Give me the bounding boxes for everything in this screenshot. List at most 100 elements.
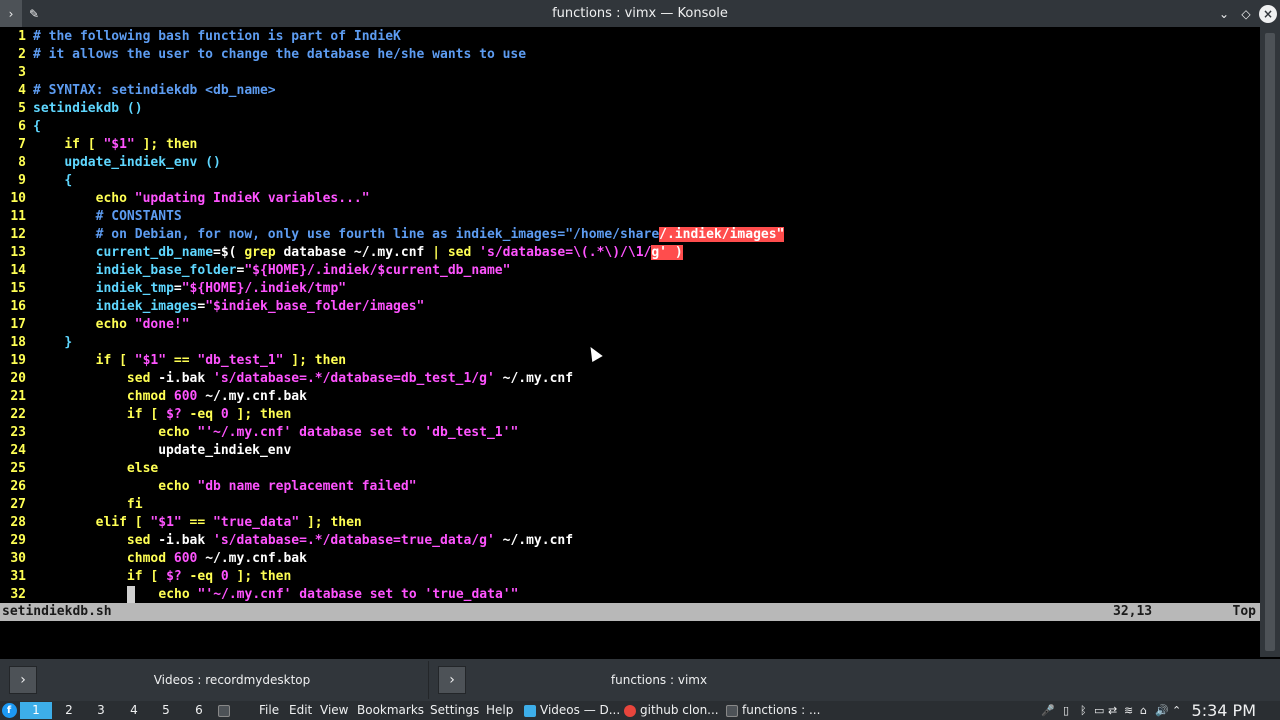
line-number: 7 (18, 137, 26, 152)
code-line: 32 echo "'~/.my.cnf' database set to 'tr… (0, 586, 1260, 604)
code-line: 30 chmod 600 ~/.my.cnf.bak (0, 550, 1260, 568)
code-text: -eq (181, 569, 221, 584)
line-number: 17 (10, 317, 26, 332)
string: "$1" (103, 137, 135, 152)
string: "done!" (134, 317, 190, 332)
string: "$1" (150, 515, 182, 530)
keyword: then (330, 515, 362, 530)
menu-help[interactable]: Help (486, 701, 513, 720)
application-launcher-icon[interactable]: f (0, 701, 18, 720)
window-title: functions : vimx — Konsole (552, 6, 728, 21)
wifi-icon[interactable]: ≋ (1124, 701, 1133, 720)
brace: } (64, 335, 73, 350)
bluetooth-icon[interactable]: ᛒ (1080, 701, 1087, 720)
line-number: 5 (18, 101, 26, 116)
maximize-icon[interactable]: ◇ (1237, 0, 1255, 27)
device-icon[interactable]: ▭ (1094, 701, 1104, 720)
string: "${HOME}/.indiek/tmp" (181, 281, 347, 296)
search-highlight: g' ) (651, 245, 683, 260)
code-line: 10 echo "updating IndieK variables..." (0, 190, 1260, 208)
code-line: 4 # SYNTAX: setindiekdb <db_name> (0, 82, 1260, 100)
comment-text: # on Debian, for now, only use fourth li… (95, 227, 660, 242)
menu-edit[interactable]: Edit (289, 701, 312, 720)
desktop-3[interactable]: 3 (85, 702, 117, 719)
comment-text: # SYNTAX: setindiekdb <db_name> (33, 83, 276, 98)
code-line: 8 update_indiek_env () (0, 154, 1260, 172)
code-line: 29 sed -i.bak 's/database=.*/database=tr… (0, 532, 1260, 550)
task-github[interactable]: github clon... (624, 701, 719, 720)
tab-functions[interactable]: › functions : vimx (428, 661, 852, 699)
desktop-6[interactable]: 6 (183, 702, 215, 719)
desktop-2[interactable]: 2 (53, 702, 85, 719)
code-line: 1 # the following bash function is part o… (0, 28, 1260, 46)
code-line: 15 indiek_tmp="${HOME}/.indiek/tmp" (0, 280, 1260, 298)
code-line: 2 # it allows the user to change the data… (0, 46, 1260, 64)
desktop-5[interactable]: 5 (150, 702, 182, 719)
keyword: echo (95, 317, 127, 332)
pin-icon[interactable]: ✎ (22, 0, 46, 27)
number: 600 (166, 551, 198, 566)
code-text: ]; (228, 569, 260, 584)
window-titlebar: › ✎ functions : vimx — Konsole ⌄ ◇ × (0, 0, 1280, 27)
microphone-icon[interactable]: 🎤 (1041, 701, 1055, 720)
menu-bookmarks[interactable]: Bookmarks (357, 701, 424, 720)
keyword: if (95, 353, 112, 368)
tab-videos[interactable]: › Videos : recordmydesktop (0, 661, 427, 699)
code-text: ~/.my.cnf.bak (197, 551, 307, 566)
code-text: ]; (299, 515, 331, 530)
code-line: 17 echo "done!" (0, 316, 1260, 334)
keyword: then (314, 353, 347, 368)
desktop-1[interactable]: 1 (20, 702, 52, 719)
network-icon[interactable]: ⌂ (1140, 701, 1147, 720)
string: $? (166, 569, 182, 584)
konsole-menu-icon[interactable]: › (0, 0, 22, 27)
code-text: -i.bak (150, 533, 214, 548)
code-line: 24 update_indiek_env (0, 442, 1260, 460)
code-line: 27 fi (0, 496, 1260, 514)
desktop-4[interactable]: 4 (118, 702, 150, 719)
keyword: fi (126, 497, 143, 512)
scrollbar-thumb[interactable] (1265, 33, 1275, 651)
code-text: ~/.my.cnf.bak (197, 389, 307, 404)
vim-statusline: setindiekdb.sh 32,13 Top (0, 603, 1260, 621)
line-number: 6 (18, 119, 26, 134)
string: "true_data" (213, 515, 300, 530)
clock[interactable]: 5:34 PM (1192, 701, 1256, 720)
updates-icon[interactable]: ⇄ (1108, 701, 1117, 720)
code-text: [ (142, 407, 167, 422)
battery-icon[interactable]: ▯ (1063, 701, 1069, 720)
string: "db_test_1" (197, 353, 284, 368)
close-icon[interactable]: × (1259, 4, 1277, 23)
code-line: 21 chmod 600 ~/.my.cnf.bak (0, 388, 1260, 406)
menu-view[interactable]: View (320, 701, 348, 720)
task-functions[interactable]: functions : ... (726, 701, 820, 720)
code-line: 26 echo "db name replacement failed" (0, 478, 1260, 496)
comment-text: # CONSTANTS (95, 209, 182, 224)
line-number: 3 (18, 65, 26, 80)
code-line: 22 if [ $? -eq 0 ]; then (0, 406, 1260, 424)
menu-file[interactable]: File (259, 701, 279, 720)
code-text: ~/.my.cnf (494, 371, 574, 386)
task-videos[interactable]: Videos — D... (524, 701, 620, 720)
keyword: elif (95, 515, 127, 530)
terminal-scrollbar[interactable] (1260, 27, 1280, 657)
status-cursor-position: 32,13 (1113, 604, 1153, 619)
code-line: 13 current_db_name=$( grep database ~/.m… (0, 244, 1260, 262)
string: "${HOME}/.indiek/$current_db_name" (244, 263, 511, 278)
keyword: chmod (126, 389, 167, 404)
task-label: Videos — D... (540, 703, 621, 717)
pipe-operator: | (432, 245, 441, 260)
line-number: 14 (10, 263, 26, 278)
line-number: 30 (10, 551, 26, 566)
vim-editor[interactable]: 1 # the following bash function is part o… (0, 28, 1260, 604)
line-number: 18 (10, 335, 26, 350)
volume-icon[interactable]: 🔊 (1155, 701, 1169, 720)
konsole-menu-icon[interactable] (218, 701, 230, 720)
number: 600 (166, 389, 198, 404)
line-number: 8 (18, 155, 26, 170)
line-number: 9 (18, 173, 26, 188)
tray-expand-icon[interactable]: ⌃ (1172, 701, 1181, 720)
minimize-icon[interactable]: ⌄ (1215, 0, 1233, 27)
menu-settings[interactable]: Settings (430, 701, 479, 720)
keyword: echo (95, 191, 127, 206)
